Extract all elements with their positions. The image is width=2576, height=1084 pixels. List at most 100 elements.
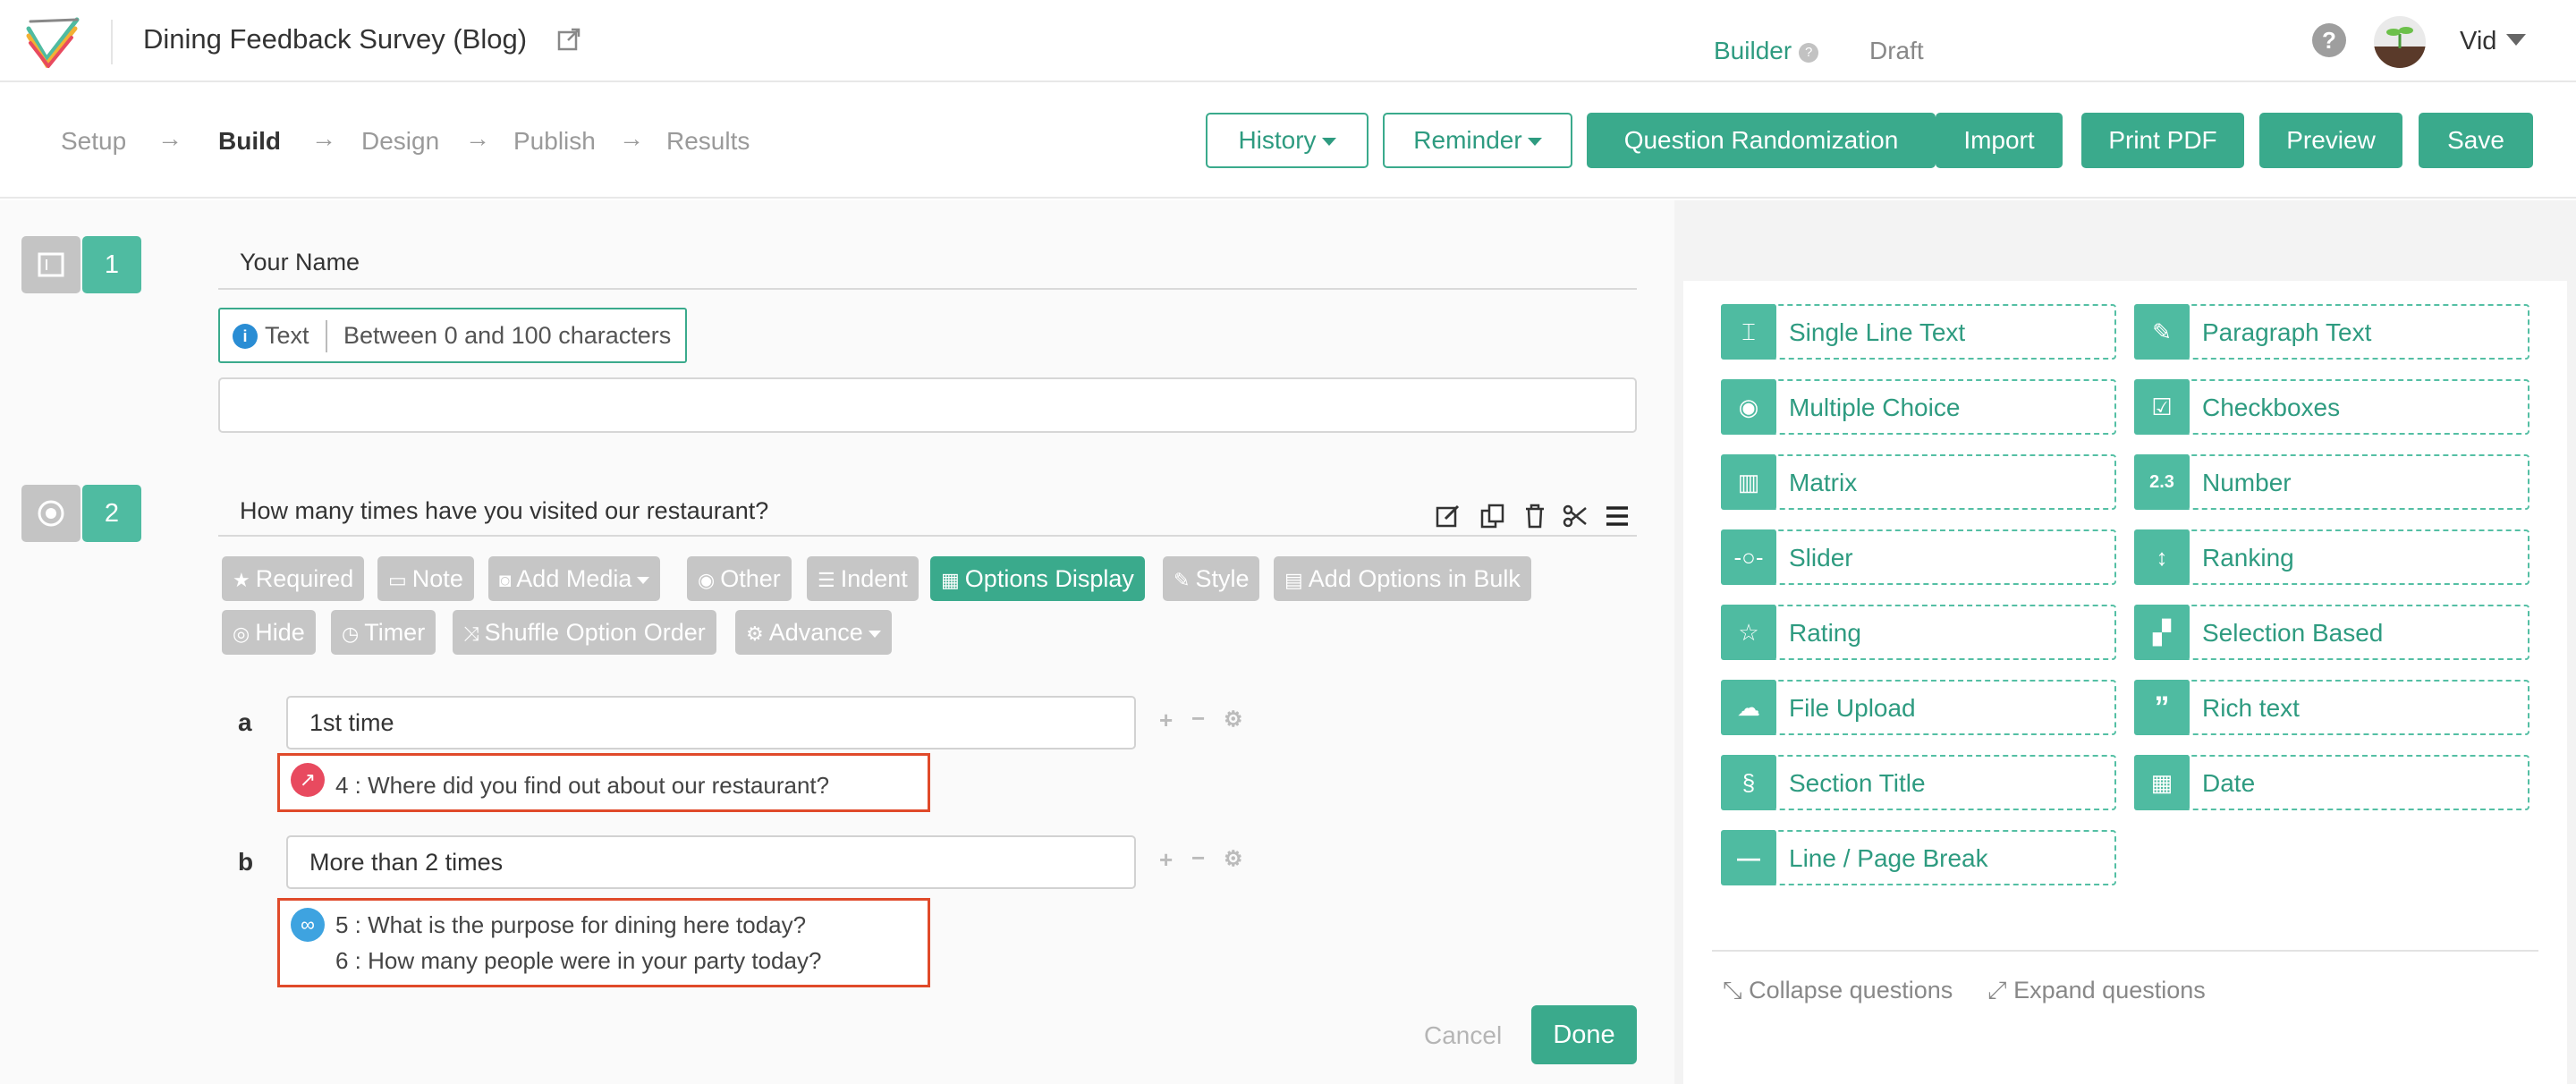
number-icon: 2.3 <box>2134 454 2190 510</box>
style-button[interactable]: ✎ Style <box>1163 556 1260 601</box>
required-button[interactable]: ★ Required <box>222 556 365 601</box>
info-icon: i <box>233 324 258 349</box>
field-number[interactable]: 2.3 Number <box>2134 454 2529 510</box>
tab-builder[interactable]: Builder? <box>1692 21 1841 80</box>
arrow-right-icon: → <box>619 124 644 152</box>
hide-label: Hide <box>255 619 305 646</box>
question-number[interactable]: 1 <box>82 236 141 293</box>
done-button[interactable]: Done <box>1531 1005 1637 1064</box>
compress-icon: ⤡ <box>1723 977 1750 1004</box>
help-icon[interactable]: ? <box>1799 42 1819 63</box>
question-title[interactable]: Your Name <box>240 249 360 276</box>
field-label: Single Line Text <box>1789 318 1966 346</box>
field-slider[interactable]: -○- Slider <box>1721 529 2116 585</box>
hide-button[interactable]: ◎ Hide <box>222 610 316 655</box>
remove-option-icon[interactable]: − <box>1191 844 1205 872</box>
field-label: File Upload <box>1789 694 1916 722</box>
note-button[interactable]: ▭ Note <box>377 556 474 601</box>
field-section-title[interactable]: § Section Title <box>1721 755 2116 810</box>
shuffle-option-order-label: Shuffle Option Order <box>484 619 706 646</box>
sitemap-icon: ▞ <box>2134 605 2190 660</box>
advance-button[interactable]: ⚙ Advance <box>735 610 892 655</box>
preview-button[interactable]: Preview <box>2259 113 2402 168</box>
single-line-text-icon[interactable] <box>21 236 80 293</box>
user-menu-caret-icon[interactable] <box>2506 34 2526 46</box>
field-single-line-text[interactable]: ⌶ Single Line Text <box>1721 304 2116 360</box>
options-display-button[interactable]: ▦ Options Display <box>930 556 1145 601</box>
chevron-down-icon <box>1321 138 1336 147</box>
field-label: Ranking <box>2202 544 2294 572</box>
expand-questions-link[interactable]: ⤢ Expand questions <box>1987 977 2206 1005</box>
trash-icon[interactable] <box>1522 503 1547 529</box>
field-selection-based[interactable]: ▞ Selection Based <box>2134 605 2529 660</box>
option-settings-gear-icon[interactable]: ⚙ <box>1224 846 1243 872</box>
add-option-icon[interactable]: + <box>1159 846 1173 874</box>
print-pdf-button[interactable]: Print PDF <box>2081 113 2244 168</box>
field-file-upload[interactable]: ☁ File Upload <box>1721 680 2116 735</box>
step-design[interactable]: Design <box>361 127 439 156</box>
app-logo-icon[interactable] <box>25 16 80 68</box>
reminder-button[interactable]: Reminder <box>1383 113 1572 168</box>
field-line-page-break[interactable]: — Line / Page Break <box>1721 830 2116 885</box>
timer-button[interactable]: ◷ Timer <box>331 610 436 655</box>
divider <box>218 535 1637 537</box>
field-multiple-choice[interactable]: ◉ Multiple Choice <box>1721 379 2116 435</box>
option-input[interactable]: More than 2 times <box>286 835 1136 889</box>
option-input[interactable]: 1st time <box>286 696 1136 749</box>
add-option-icon[interactable]: + <box>1159 707 1173 734</box>
add-options-in-bulk-button[interactable]: ▤ Add Options in Bulk <box>1274 556 1531 601</box>
question-title[interactable]: How many times have you visited our rest… <box>240 497 768 525</box>
arrow-right-icon: → <box>311 124 336 152</box>
branch-logic-box[interactable]: ∞ 5 : What is the purpose for dining her… <box>277 898 930 987</box>
checkbox-icon: ☑ <box>2134 379 2190 435</box>
star-icon: ☆ <box>1721 605 1776 660</box>
answer-preview-input[interactable] <box>218 377 1637 433</box>
help-icon[interactable]: ? <box>2312 23 2346 57</box>
survey-title[interactable]: Dining Feedback Survey (Blog) <box>143 23 527 55</box>
field-paragraph-text[interactable]: ✎ Paragraph Text <box>2134 304 2529 360</box>
field-date[interactable]: ▦ Date <box>2134 755 2529 810</box>
field-label: Rich text <box>2202 694 2300 722</box>
question-number[interactable]: 2 <box>82 485 141 542</box>
collapse-questions-link[interactable]: ⤡ Collapse questions <box>1723 977 1953 1005</box>
validation-info[interactable]: i Text Between 0 and 100 characters <box>218 308 687 363</box>
history-button[interactable]: History <box>1206 113 1368 168</box>
ranking-icon: ↕ <box>2134 529 2190 585</box>
tab-draft[interactable]: Draft <box>1848 21 1945 80</box>
remove-option-icon[interactable]: − <box>1191 705 1205 733</box>
field-label: Multiple Choice <box>1789 394 1961 421</box>
save-button[interactable]: Save <box>2419 113 2533 168</box>
field-matrix[interactable]: ▥ Matrix <box>1721 454 2116 510</box>
collapse-label: Collapse questions <box>1749 977 1953 1004</box>
import-button[interactable]: Import <box>1936 113 2063 168</box>
cancel-link[interactable]: Cancel <box>1424 1021 1502 1050</box>
option-settings-gear-icon[interactable]: ⚙ <box>1224 707 1243 733</box>
shuffle-option-order-button[interactable]: ⤨ Shuffle Option Order <box>453 610 716 655</box>
multiple-choice-icon[interactable] <box>21 485 80 542</box>
user-name[interactable]: Vid <box>2460 27 2496 56</box>
field-ranking[interactable]: ↕ Ranking <box>2134 529 2529 585</box>
step-publish[interactable]: Publish <box>513 127 596 156</box>
step-setup[interactable]: Setup <box>61 127 126 156</box>
copy-icon[interactable] <box>1479 503 1506 529</box>
indent-button[interactable]: ☰ Indent <box>807 556 919 601</box>
edit-icon[interactable] <box>1435 503 1462 529</box>
document-icon: ▤ <box>1284 569 1303 591</box>
field-rating[interactable]: ☆ Rating <box>1721 605 2116 660</box>
scissors-icon[interactable] <box>1562 503 1589 529</box>
field-label: Paragraph Text <box>2202 318 2372 346</box>
external-link-icon[interactable] <box>556 27 581 52</box>
field-rich-text[interactable]: ” Rich text <box>2134 680 2529 735</box>
add-media-button[interactable]: ◙ Add Media <box>488 556 661 601</box>
step-results[interactable]: Results <box>666 127 750 156</box>
question-randomization-button[interactable]: Question Randomization <box>1587 113 1936 168</box>
avatar[interactable] <box>2374 16 2426 68</box>
skip-logic-box[interactable]: ↗ 4 : Where did you find out about our r… <box>277 753 930 812</box>
step-build[interactable]: Build <box>218 127 281 156</box>
other-button[interactable]: ◉ Other <box>687 556 792 601</box>
field-checkboxes[interactable]: ☑ Checkboxes <box>2134 379 2529 435</box>
expand-icon: ⤢ <box>1987 977 2014 1004</box>
clock-icon: ◷ <box>342 622 360 645</box>
step-toolbar: Setup → Build → Design → Publish → Resul… <box>0 84 2576 199</box>
menu-icon[interactable] <box>1605 504 1630 528</box>
